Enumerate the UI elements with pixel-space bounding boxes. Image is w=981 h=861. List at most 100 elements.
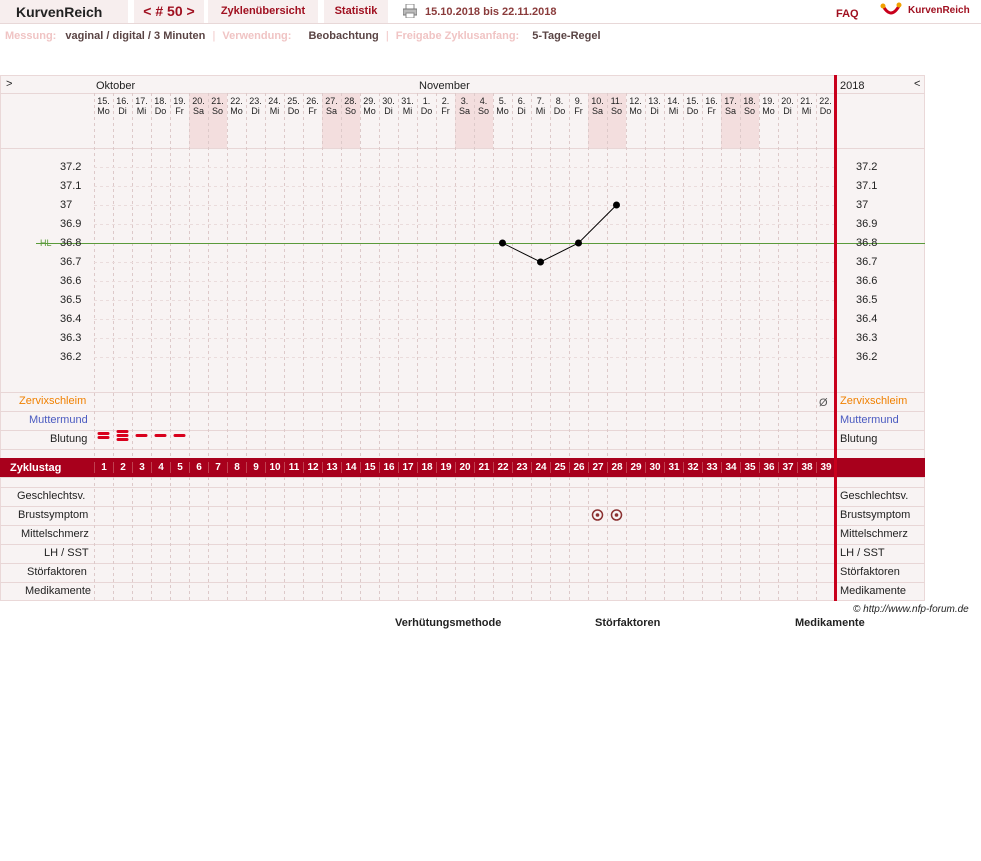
ytick-left: 36.4 [60, 313, 82, 325]
day-header[interactable]: 4. So [474, 96, 493, 116]
weekday-label: Mo [363, 106, 376, 116]
cycle-day-number: 35 [740, 462, 759, 473]
day-header[interactable]: 29. Mo [360, 96, 379, 116]
day-header[interactable]: 24. Mi [265, 96, 284, 116]
cycle-day-number: 23 [512, 462, 531, 473]
day-header[interactable]: 22. Mo [227, 96, 246, 116]
weekday-label: Do [420, 106, 433, 116]
ytick-right: 36.3 [856, 332, 878, 344]
label-zervixschleim-right: Zervixschleim [840, 395, 908, 407]
day-header[interactable]: 3. Sa [455, 96, 474, 116]
cycle-day-number: 33 [702, 462, 721, 473]
day-header[interactable]: 18. Do [151, 96, 170, 116]
faq-link[interactable]: FAQ [836, 8, 859, 20]
weekday-label: Di [783, 106, 792, 116]
cycle-day-number: 34 [721, 462, 740, 473]
weekday-label: Sa [724, 106, 736, 116]
tab-statistik[interactable]: Statistik [324, 0, 388, 23]
nav-right[interactable]: < [914, 78, 920, 90]
ytick-right: 36.6 [856, 275, 878, 287]
weekday-label: Mo [762, 106, 775, 116]
day-header[interactable]: 10. Sa [588, 96, 607, 116]
day-header[interactable]: 23. Di [246, 96, 265, 116]
day-header[interactable]: 21. Mi [797, 96, 816, 116]
printer-icon[interactable] [402, 3, 418, 19]
cycle-day-number: 21 [474, 462, 493, 473]
copyright[interactable]: © http://www.nfp-forum.de [853, 604, 969, 615]
day-header[interactable]: 30. Di [379, 96, 398, 116]
ytick-right: 37.2 [856, 161, 878, 173]
day-header[interactable]: 31. Mi [398, 96, 417, 116]
day-header[interactable]: 18. So [740, 96, 759, 116]
ytick-right: 37 [856, 199, 869, 211]
ytick-right: 36.9 [856, 218, 878, 230]
label-brustsymptom-right: Brustsymptom [840, 509, 911, 521]
day-header[interactable]: 6. Di [512, 96, 531, 116]
day-header[interactable]: 17. Mi [132, 96, 151, 116]
meta-line: Messung: vaginal / digital / 3 Minuten |… [5, 30, 601, 42]
cycle-day-number: 39 [816, 462, 835, 473]
ytick-left: 36.3 [60, 332, 82, 344]
weekday-label: Mo [629, 106, 642, 116]
cycle-day-number: 22 [493, 462, 512, 473]
day-header[interactable]: 15. Do [683, 96, 702, 116]
ytick-right: 36.2 [856, 351, 878, 363]
day-header[interactable]: 28. So [341, 96, 360, 116]
logo-icon [880, 2, 902, 20]
day-header[interactable]: 16. Fr [702, 96, 721, 116]
day-header[interactable]: 15. Mo [94, 96, 113, 116]
day-header[interactable]: 20. Sa [189, 96, 208, 116]
day-header[interactable]: 2. Fr [436, 96, 455, 116]
day-header[interactable]: 27. Sa [322, 96, 341, 116]
day-header[interactable]: 19. Mo [759, 96, 778, 116]
weekday-label: Fr [308, 106, 317, 116]
cycle-day-number: 18 [417, 462, 436, 473]
day-header[interactable]: 25. Do [284, 96, 303, 116]
day-header[interactable]: 19. Fr [170, 96, 189, 116]
cycle-day-number: 36 [759, 462, 778, 473]
day-header[interactable]: 1. Do [417, 96, 436, 116]
weekday-label: Do [154, 106, 167, 116]
day-header[interactable]: 9. Fr [569, 96, 588, 116]
weekday-label: Do [819, 106, 832, 116]
weekday-label: Fr [441, 106, 450, 116]
day-header[interactable]: 21. So [208, 96, 227, 116]
label-mittelschmerz: Mittelschmerz [21, 528, 89, 540]
ytick-right: 36.7 [856, 256, 878, 268]
weekday-label: Sa [192, 106, 204, 116]
day-header[interactable]: 17. Sa [721, 96, 740, 116]
day-header[interactable]: 7. Mi [531, 96, 550, 116]
label-zervixschleim: Zervixschleim [19, 395, 87, 407]
cycle-day-number: 6 [189, 462, 208, 473]
label-blutung: Blutung [50, 433, 88, 445]
cycle-day-number: 3 [132, 462, 151, 473]
ytick-left: 37 [60, 199, 73, 211]
day-header[interactable]: 26. Fr [303, 96, 322, 116]
tab-zyklenuebersicht[interactable]: Zyklenübersicht [208, 0, 318, 23]
day-header[interactable]: 11. So [607, 96, 626, 116]
day-header[interactable]: 13. Di [645, 96, 664, 116]
weekday-label: So [610, 106, 622, 116]
cycle-nav[interactable]: < # 50 > [134, 0, 204, 23]
day-header[interactable]: 22. Do [816, 96, 835, 116]
cycle-day-number: 15 [360, 462, 379, 473]
weekday-label: Sa [325, 106, 337, 116]
cycle-day-number: 38 [797, 462, 816, 473]
label-mittelschmerz-right: Mittelschmerz [840, 528, 908, 540]
day-header[interactable]: 8. Do [550, 96, 569, 116]
weekday-label: Di [517, 106, 526, 116]
day-header[interactable]: 14. Mi [664, 96, 683, 116]
day-header[interactable]: 5. Mo [493, 96, 512, 116]
footer-medikamente: Medikamente [795, 617, 865, 629]
label-muttermund-right: Muttermund [840, 414, 899, 426]
nav-left[interactable]: > [6, 78, 12, 90]
date-range: 15.10.2018 bis 22.11.2018 [425, 6, 557, 18]
day-header[interactable]: 20. Di [778, 96, 797, 116]
weekday-label: Mo [496, 106, 509, 116]
weekday-label: Fr [707, 106, 716, 116]
brand-title[interactable]: KurvenReich [0, 0, 128, 23]
day-header[interactable]: 12. Mo [626, 96, 645, 116]
weekday-label: Fr [175, 106, 184, 116]
day-header[interactable]: 16. Di [113, 96, 132, 116]
weekday-label: Mi [269, 106, 280, 116]
